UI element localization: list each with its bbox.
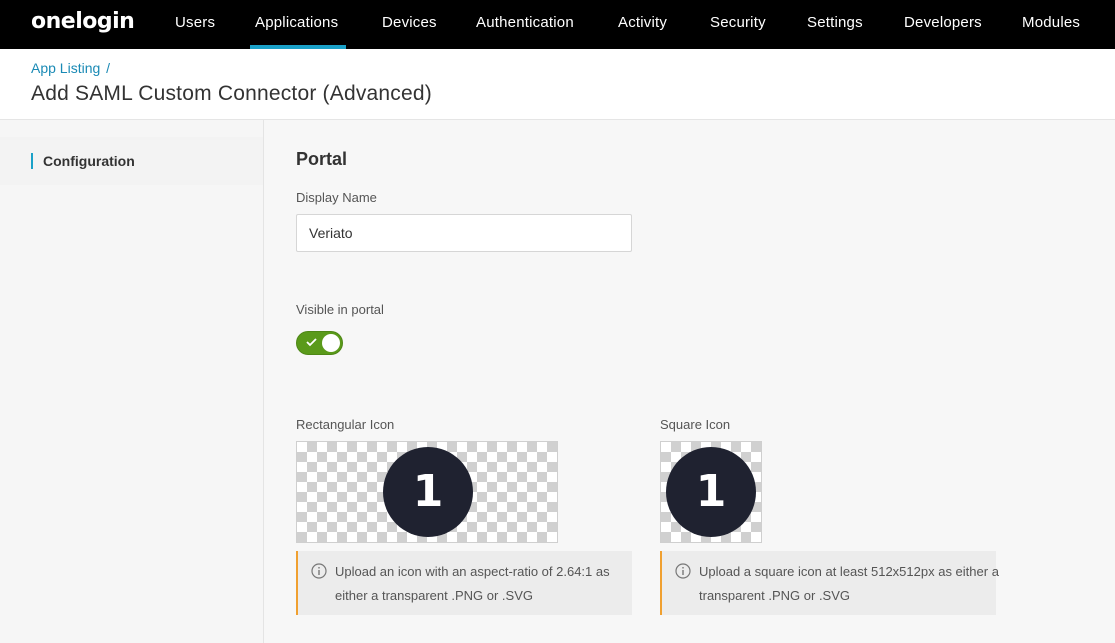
- toggle-knob: [322, 334, 340, 352]
- app-logo-image: 1: [383, 447, 473, 537]
- breadcrumb: App Listing /: [31, 60, 110, 76]
- square-icon-info: Upload a square icon at least 512x512px …: [660, 551, 999, 615]
- nav-settings[interactable]: Settings: [807, 14, 863, 31]
- rectangular-icon-info: Upload an icon with an aspect-ratio of 2…: [296, 551, 632, 615]
- page-title: Add SAML Custom Connector (Advanced): [31, 82, 432, 105]
- sidebar-active-marker: [31, 153, 33, 169]
- rectangular-icon-label: Rectangular Icon: [296, 417, 395, 432]
- nav-applications[interactable]: Applications: [255, 14, 338, 31]
- nav-activity[interactable]: Activity: [618, 14, 667, 31]
- square-icon-upload[interactable]: 1: [660, 441, 762, 543]
- breadcrumb-app-listing[interactable]: App Listing: [31, 60, 100, 76]
- sidebar-item-label: Configuration: [43, 153, 135, 169]
- top-nav: onelogin Users Applications Devices Auth…: [0, 0, 1115, 49]
- check-icon: [306, 338, 317, 347]
- info-icon: [311, 563, 327, 579]
- breadcrumb-separator: /: [106, 60, 111, 76]
- main-content: Portal Display Name Veriato Visible in p…: [264, 120, 1115, 643]
- square-icon-help-text: Upload a square icon at least 512x512px …: [699, 564, 999, 603]
- onelogin-logo[interactable]: onelogin: [31, 9, 135, 34]
- info-icon: [675, 563, 691, 579]
- sidebar-item-configuration[interactable]: Configuration: [0, 137, 263, 185]
- visible-in-portal-label: Visible in portal: [296, 302, 384, 317]
- sidebar: Configuration: [0, 120, 264, 643]
- rectangular-icon-upload[interactable]: 1: [296, 441, 558, 543]
- nav-developers[interactable]: Developers: [904, 14, 982, 31]
- display-name-label: Display Name: [296, 190, 377, 205]
- rectangular-icon-help-text: Upload an icon with an aspect-ratio of 2…: [335, 564, 610, 603]
- nav-modules[interactable]: Modules: [1022, 14, 1080, 31]
- page-header: App Listing / Add SAML Custom Connector …: [0, 49, 1115, 120]
- nav-authentication[interactable]: Authentication: [476, 14, 574, 31]
- section-title: Portal: [296, 149, 348, 169]
- display-name-input[interactable]: Veriato: [296, 214, 632, 252]
- app-logo-image: 1: [666, 447, 756, 537]
- nav-devices[interactable]: Devices: [382, 14, 437, 31]
- nav-security[interactable]: Security: [710, 14, 766, 31]
- nav-users[interactable]: Users: [175, 14, 215, 31]
- square-icon-label: Square Icon: [660, 417, 731, 432]
- visible-in-portal-toggle[interactable]: [296, 331, 343, 355]
